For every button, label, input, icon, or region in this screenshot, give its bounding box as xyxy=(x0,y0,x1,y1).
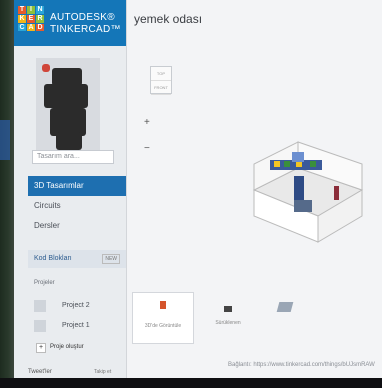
thumbnail-image xyxy=(160,301,166,309)
thumbnail-card[interactable]: Sürüklenen xyxy=(198,292,258,342)
view-cube-top: TOP xyxy=(151,67,171,81)
monitor-bezel xyxy=(0,0,14,388)
room-3d-preview[interactable] xyxy=(234,120,374,260)
search-input[interactable]: Tasarım ara... xyxy=(32,150,114,164)
follow-link[interactable]: Takip et xyxy=(94,369,111,375)
logo-letter: C xyxy=(18,23,26,32)
thumbnail-card-selected[interactable]: 3D'de Görüntüle xyxy=(132,292,194,344)
project-label: Project 2 xyxy=(62,302,90,309)
nav-3d-designs[interactable]: 3D Tasarımlar xyxy=(28,176,126,196)
thumbnail-strip: 3D'de Görüntüle Sürüklenen xyxy=(132,292,382,352)
project-label: Project 1 xyxy=(62,322,90,329)
thumbnail-image xyxy=(276,302,294,312)
project-item[interactable]: Project 1 xyxy=(30,318,126,334)
brand-text: AUTODESK® TINKERCAD™ xyxy=(50,12,121,36)
view-cube[interactable]: TOP FRONT xyxy=(150,66,172,95)
shelf-item xyxy=(274,161,280,167)
view-cube-front: FRONT xyxy=(151,81,171,95)
share-label: Bağlantı: xyxy=(228,362,252,368)
shelf-item xyxy=(310,161,316,167)
share-url: https://www.tinkercad.com/things/bUJsmRA… xyxy=(253,362,375,368)
logo-letter: E xyxy=(27,14,35,23)
thumbnail-card[interactable] xyxy=(256,292,316,342)
brand-autodesk: AUTODESK® xyxy=(50,12,115,23)
avatar-accent xyxy=(42,64,50,72)
plus-icon: + xyxy=(36,343,46,353)
logo-letter: N xyxy=(36,6,44,14)
project-item[interactable]: Project 2 xyxy=(30,298,126,314)
window xyxy=(292,152,304,162)
share-link[interactable]: Bağlantı: https://www.tinkercad.com/thin… xyxy=(228,362,375,368)
monitor-bottom-edge xyxy=(0,378,382,388)
thumbnail-caption: Sürüklenen xyxy=(215,320,241,326)
nav-lessons[interactable]: Dersler xyxy=(28,216,126,236)
nav-code-blocks[interactable]: Kod Blokları NEW xyxy=(28,250,126,268)
shelf-item xyxy=(284,161,290,167)
tweets-label: Tweet'ler xyxy=(28,369,52,375)
logo-letter: D xyxy=(36,23,44,32)
sidebar: T I N K E R C A D AUTODESK® TINKERCAD™ T… xyxy=(14,0,127,378)
zoom-out-button[interactable]: − xyxy=(144,143,150,154)
project-thumbnail xyxy=(34,300,46,312)
page-title: yemek odası xyxy=(134,12,203,26)
brand-tinkercad: TINKERCAD™ xyxy=(50,24,121,35)
logo-letter: K xyxy=(18,14,26,23)
avatar-shape xyxy=(56,132,82,150)
brand-header[interactable]: T I N K E R C A D AUTODESK® TINKERCAD™ xyxy=(14,0,126,46)
avatar-shape xyxy=(44,84,88,108)
thumbnail-image xyxy=(224,306,232,312)
project-thumbnail xyxy=(34,320,46,332)
create-project-label: Proje oluştur xyxy=(50,344,84,350)
projects-header: Projeler xyxy=(34,280,55,286)
avatar[interactable] xyxy=(36,58,100,154)
nav-circuits[interactable]: Circuits xyxy=(28,196,126,216)
bezel-glow xyxy=(0,120,10,160)
logo-letter: R xyxy=(36,14,44,23)
chair-block xyxy=(294,200,312,212)
new-badge: NEW xyxy=(102,254,120,264)
logo-letter: I xyxy=(27,6,35,14)
door xyxy=(334,186,339,200)
tinkercad-logo: T I N K E R C A D xyxy=(18,6,44,40)
screen: T I N K E R C A D AUTODESK® TINKERCAD™ T… xyxy=(14,0,382,378)
thumbnail-caption: 3D'de Görüntüle xyxy=(144,323,182,329)
create-project-button[interactable]: + Proje oluştur xyxy=(30,343,126,355)
code-blocks-label: Kod Blokları xyxy=(34,255,72,262)
table xyxy=(294,176,304,204)
logo-letter: T xyxy=(18,6,26,14)
logo-letter: A xyxy=(27,23,35,32)
zoom-in-button[interactable]: + xyxy=(144,117,150,128)
